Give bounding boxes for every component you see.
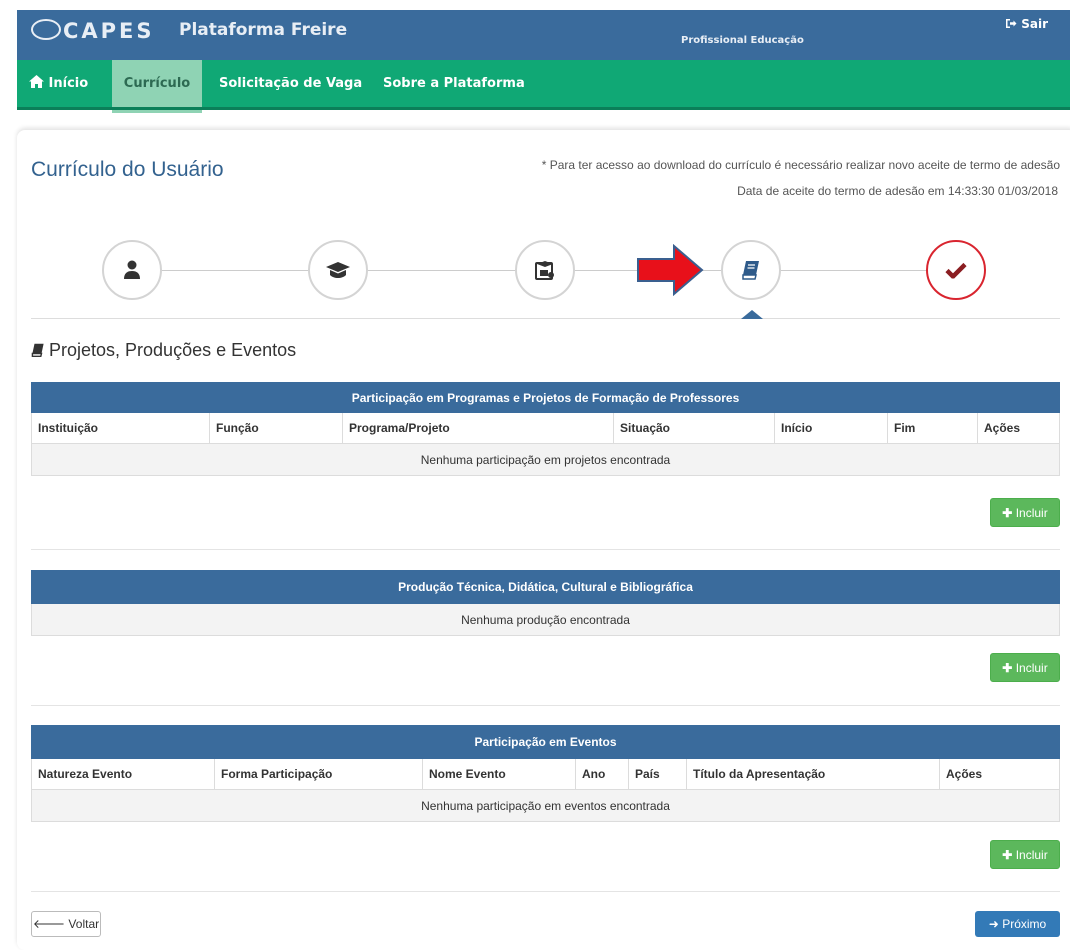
plus-icon: ✚ xyxy=(1002,506,1013,520)
download-notice: * Para ter acesso ao download do currícu… xyxy=(541,158,1060,172)
empty-message: Nenhuma participação em projetos encontr… xyxy=(31,443,1060,476)
home-icon xyxy=(29,75,44,88)
nav-home[interactable]: Início xyxy=(17,60,100,107)
empty-message: Nenhuma participação em eventos encontra… xyxy=(31,789,1060,822)
nav-solicitacao-vaga[interactable]: Solicitação de Vaga xyxy=(219,60,362,107)
step-finish[interactable] xyxy=(926,240,986,300)
include-project-button[interactable]: ✚ Incluir xyxy=(990,498,1060,527)
column-header: Fim xyxy=(887,412,978,444)
step-personal[interactable] xyxy=(102,240,162,300)
user-profile-label: Profissional Educação xyxy=(681,35,804,46)
red-arrow-pointer xyxy=(637,244,704,296)
logout-link[interactable]: Sair xyxy=(1005,17,1048,31)
events-table-caption: Participação em Eventos xyxy=(31,725,1060,759)
plus-icon: ✚ xyxy=(1002,661,1013,675)
accept-date: Data de aceite do termo de adesão em 14:… xyxy=(737,184,1058,198)
section-divider xyxy=(31,705,1060,706)
page-title: Currículo do Usuário xyxy=(31,158,224,181)
arrow-right-icon: ➜ xyxy=(988,917,999,931)
nav-curriculo[interactable]: Currículo xyxy=(112,60,202,113)
column-header: Início xyxy=(774,412,888,444)
step-education[interactable] xyxy=(308,240,368,300)
column-header: Nome Evento xyxy=(422,758,576,790)
plus-icon: ✚ xyxy=(1002,848,1013,862)
section-divider xyxy=(31,549,1060,550)
next-button[interactable]: ➜ Próximo xyxy=(975,911,1060,937)
productions-table-caption: Produção Técnica, Didática, Cultural e B… xyxy=(31,570,1060,604)
arrow-left-icon: 🡐 xyxy=(32,917,66,931)
platform-title: Plataforma Freire xyxy=(179,20,348,40)
nav-shadow xyxy=(17,107,1070,110)
user-icon xyxy=(124,260,140,279)
projects-table-caption: Participação em Programas e Projetos de … xyxy=(31,382,1060,413)
active-step-pointer xyxy=(741,310,763,319)
nav-sobre-plataforma[interactable]: Sobre a Plataforma xyxy=(383,60,525,107)
column-header: Título da Apresentação xyxy=(686,758,940,790)
productions-table: Produção Técnica, Didática, Cultural e B… xyxy=(31,570,1060,636)
column-header: Natureza Evento xyxy=(31,758,215,790)
section-divider xyxy=(31,891,1060,892)
column-header: Ações xyxy=(977,412,1060,444)
capes-logo-mark xyxy=(31,19,61,40)
projects-table: Participação em Programas e Projetos de … xyxy=(31,382,1060,476)
graduation-cap-icon xyxy=(326,262,350,278)
capes-logo: CAPES xyxy=(31,19,155,43)
column-header: Ações xyxy=(939,758,1060,790)
column-header: Função xyxy=(209,412,343,444)
column-header: Ano xyxy=(575,758,629,790)
top-header: CAPES Plataforma Freire Profissional Edu… xyxy=(17,10,1070,60)
column-header: País xyxy=(628,758,687,790)
sign-out-icon xyxy=(1006,19,1017,28)
stepper-divider xyxy=(31,318,1060,319)
column-header: Instituição xyxy=(31,412,210,444)
column-header: Forma Participação xyxy=(214,758,423,790)
book-icon xyxy=(31,343,44,357)
step-experience[interactable] xyxy=(515,240,575,300)
empty-message: Nenhuma produção encontrada xyxy=(31,603,1060,636)
certificate-icon xyxy=(535,261,554,280)
column-header: Situação xyxy=(613,412,775,444)
book-icon xyxy=(742,261,759,280)
include-event-button[interactable]: ✚ Incluir xyxy=(990,840,1060,869)
include-production-button[interactable]: ✚ Incluir xyxy=(990,653,1060,682)
events-table: Participação em Eventos Natureza Evento … xyxy=(31,725,1060,822)
main-nav: Início Currículo Solicitação de Vaga Sob… xyxy=(17,60,1070,113)
step-projects[interactable] xyxy=(721,240,781,300)
back-button[interactable]: 🡐 Voltar xyxy=(31,911,101,937)
check-icon xyxy=(945,262,967,279)
section-title: Projetos, Produções e Eventos xyxy=(31,340,296,361)
column-header: Programa/Projeto xyxy=(342,412,614,444)
